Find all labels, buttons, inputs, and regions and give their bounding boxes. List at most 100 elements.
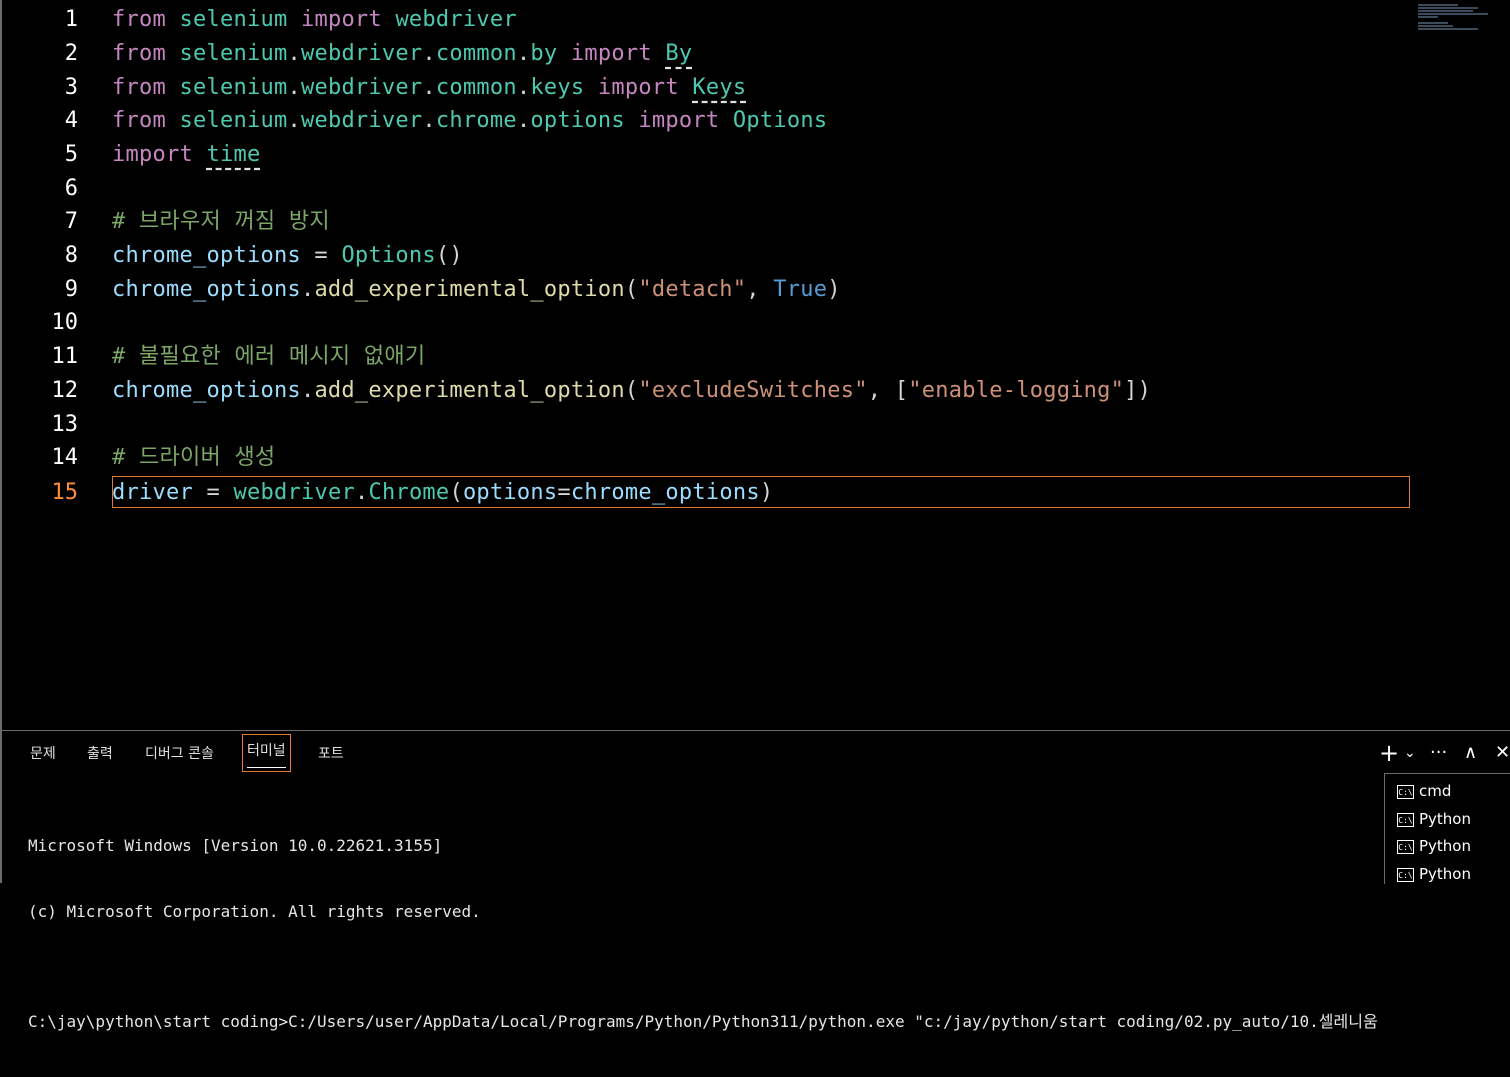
terminal-instance-python[interactable]: Python [1397,833,1471,859]
bottom-panel: 문제 출력 디버그 콘솔 터미널 포트 + ⌄ ··· ∧ ✕ Microsof… [0,730,1510,1031]
code-token: from [112,41,166,66]
code-line[interactable]: 3 from selenium.webdriver.common.keys imp… [2,71,1510,105]
tab-problems[interactable]: 문제 [26,737,60,771]
code-text: from selenium import webdriver [112,3,517,37]
code-token: = [300,243,342,268]
terminal-instance-python[interactable]: Python [1397,806,1471,832]
code-token: chrome_options [570,480,760,505]
code-line[interactable]: 2 from selenium.webdriver.common.by impor… [2,37,1510,71]
code-token: import [570,41,652,66]
code-token: = [557,480,571,505]
code-line[interactable]: 7 # 브라우저 꺼짐 방지 [2,205,1510,239]
code-token: ]) [1124,378,1152,403]
code-line[interactable]: 9 chrome_options.add_experimental_option(… [2,273,1510,307]
terminal-instance-python[interactable]: Python [1397,861,1471,887]
code-token: chrome_options [112,378,301,403]
line-number: 2 [64,41,78,66]
terminal-line: C:\jay\python\start coding>C:/Users/user… [28,1012,1378,1031]
code-text: from selenium.webdriver.chrome.options i… [112,104,827,138]
code-text: import time [112,138,260,172]
code-token: from [112,7,166,32]
line-number: 9 [64,277,78,302]
maximize-panel-icon[interactable]: ∧ [1464,739,1477,767]
code-text: # 불필요한 에러 메시지 없애기 [112,340,425,374]
code-token: ) [827,277,841,302]
code-line[interactable]: 1 from selenium import webdriver [2,3,1510,37]
code-token: import [300,7,382,32]
tab-terminal[interactable]: 터미널 [242,734,291,772]
terminal-instance-label: Python [1419,865,1471,883]
line-number: 10 [51,310,79,335]
code-token: () [435,243,463,268]
code-line[interactable]: 6 [2,172,1510,206]
code-token: ( [449,480,463,505]
tab-output[interactable]: 출력 [83,737,117,771]
code-token: selenium [179,108,288,133]
code-token: chrome_options [112,277,301,302]
new-terminal-icon[interactable]: + [1379,739,1399,767]
code-line[interactable]: 4 from selenium.webdriver.chrome.options … [2,104,1510,138]
code-line[interactable]: 11 # 불필요한 에러 메시지 없애기 [2,340,1510,374]
line-number: 12 [51,378,79,403]
terminal-icon [1397,867,1414,882]
code-line[interactable]: 8 chrome_options = Options() [2,239,1510,273]
code-token: . [422,75,436,100]
line-number: 3 [64,75,78,100]
terminal-output[interactable]: Microsoft Windows [Version 10.0.22621.31… [28,791,1378,1077]
code-token: By [665,41,693,66]
code-token: # 브라우저 꺼짐 방지 [112,209,330,234]
code-token: ( [624,378,639,403]
code-line[interactable]: 14 # 드라이버 생성 [2,441,1510,475]
code-editor[interactable]: 1 from selenium import webdriver 2 from sel… [0,0,1510,730]
code-token: from [112,108,166,133]
code-token: True [773,277,828,302]
line-number: 5 [64,142,78,167]
terminal-instance-label: Python [1419,837,1471,855]
code-token: common [435,75,517,100]
code-line[interactable]: 5 import time [2,138,1510,172]
code-line[interactable]: 13 [2,408,1510,442]
code-token: common [435,41,517,66]
code-token: . [300,378,315,403]
terminal-line: (c) Microsoft Corporation. All rights re… [28,902,481,921]
line-number: 7 [64,209,78,234]
line-number: 4 [64,108,78,133]
code-token: # 드라이버 생성 [112,445,276,470]
line-number: 6 [64,176,78,201]
code-token: from [112,75,166,100]
code-line[interactable]: 12 chrome_options.add_experimental_option… [2,374,1510,408]
code-token: keys [530,75,585,100]
terminal-instance-cmd[interactable]: cmd [1397,778,1451,804]
line-number: 11 [51,344,79,369]
line-number: 15 [51,480,79,505]
code-token: . [287,108,301,133]
terminal-icon [1397,812,1414,827]
code-line[interactable]: 15 driver = webdriver.Chrome(options=chro… [2,476,1510,510]
code-token: = [192,480,234,505]
code-token: options [462,480,558,505]
code-line[interactable]: 10 [2,306,1510,340]
tab-ports[interactable]: 포트 [314,737,348,771]
code-token: . [287,41,301,66]
terminal-instance-list: cmd Python Python Python [1384,773,1510,884]
tab-debug-console[interactable]: 디버그 콘솔 [141,737,218,771]
code-token: time [206,142,261,167]
close-panel-icon[interactable]: ✕ [1495,739,1510,767]
line-number: 8 [64,243,78,268]
chevron-down-icon[interactable]: ⌄ [1404,739,1416,767]
code-token: chrome [435,108,517,133]
code-token: options [530,108,625,133]
more-actions-icon[interactable]: ··· [1430,739,1447,767]
code-text: # 드라이버 생성 [112,441,275,475]
code-text: driver = webdriver.Chrome(options=chrome… [112,476,773,510]
